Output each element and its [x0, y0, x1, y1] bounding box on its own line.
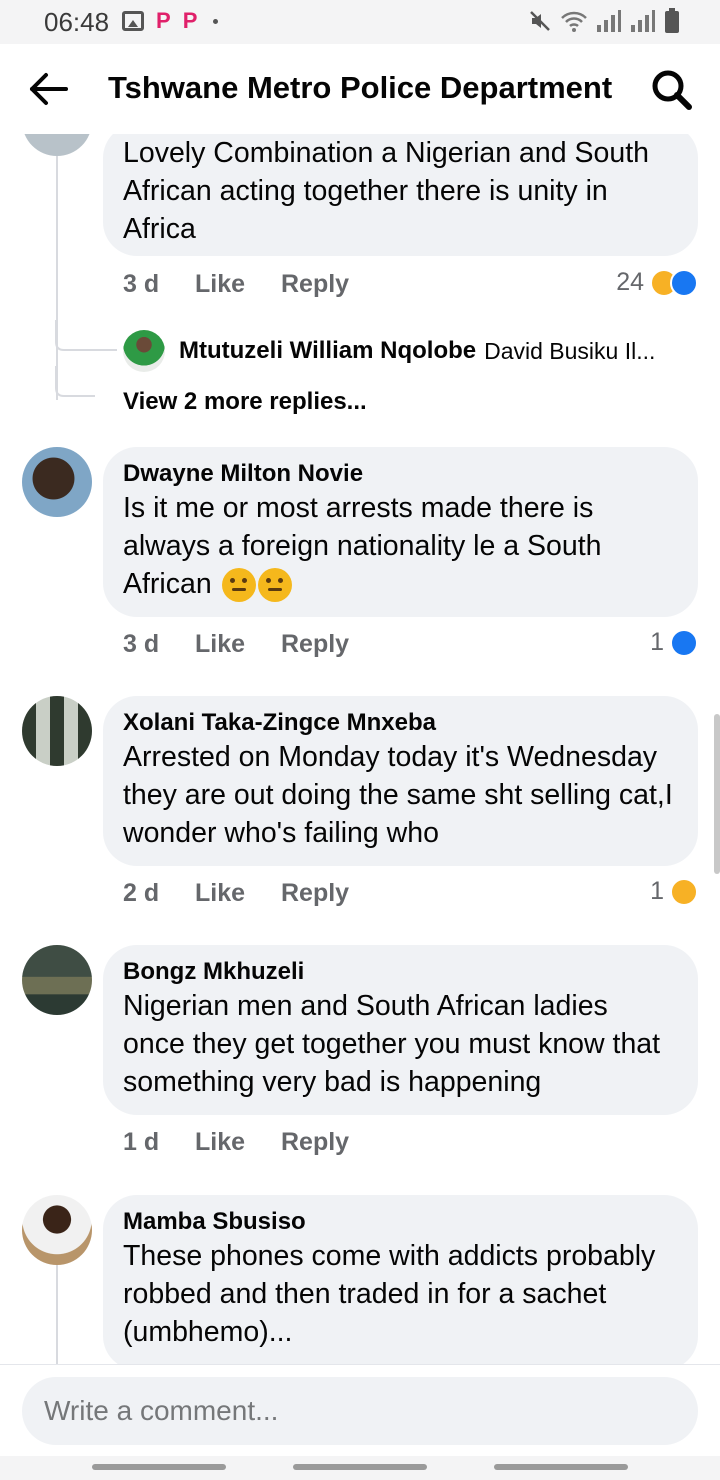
comment-time: 2 d — [123, 879, 160, 907]
signal-icon — [597, 10, 621, 32]
like-button[interactable]: Like — [195, 1128, 281, 1157]
comment-input[interactable] — [44, 1395, 698, 1427]
wifi-icon — [561, 11, 587, 32]
status-time: 06:48 — [44, 7, 110, 37]
reply-button[interactable]: Reply — [281, 270, 349, 299]
page-title: Tshwane Metro Police Department — [108, 70, 613, 105]
reply-author[interactable]: Mtutuzeli William Nqolobe — [179, 337, 476, 365]
reaction-summary[interactable]: 24 — [616, 268, 698, 297]
status-bar: 06:48 P P — [0, 0, 720, 44]
recent-apps-button[interactable] — [92, 1464, 226, 1470]
reaction-count: 1 — [650, 628, 664, 656]
reply-button[interactable]: Reply — [281, 1128, 349, 1157]
signal-icon-2 — [631, 10, 655, 32]
battery-icon — [665, 8, 679, 33]
comment-bubble[interactable]: Bongz Mkhuzeli Nigerian men and South Af… — [103, 945, 698, 1115]
reply-avatar[interactable] — [123, 330, 165, 372]
sad-reaction-icon — [670, 877, 698, 906]
thread-line — [56, 1265, 58, 1364]
comment-input-wrapper[interactable] — [22, 1377, 698, 1445]
avatar[interactable] — [22, 696, 92, 766]
reply-button[interactable]: Reply — [281, 879, 349, 908]
system-nav-bar — [0, 1456, 720, 1480]
back-nav-button[interactable] — [494, 1464, 628, 1470]
comment-text: These phones come with addicts probably … — [123, 1240, 656, 1348]
like-button[interactable]: Like — [195, 879, 281, 908]
comment-time: 3 d — [123, 630, 160, 658]
comment-text: Lovely Combination a Nigerian and South … — [123, 137, 649, 245]
comment-author[interactable]: Dwayne Milton Novie — [123, 459, 678, 489]
reaction-count: 24 — [616, 268, 644, 296]
reply-button[interactable]: Reply — [281, 630, 349, 659]
like-reaction-icon — [670, 268, 698, 297]
comment-time: 3 d — [123, 270, 160, 298]
comment-author[interactable]: Mamba Sbusiso — [123, 1207, 678, 1237]
reaction-summary[interactable]: 1 — [650, 628, 698, 657]
system-icons — [528, 8, 680, 34]
comments-list[interactable]: Lovely Combination a Nigerian and South … — [0, 134, 720, 1364]
search-icon[interactable] — [650, 68, 694, 112]
comment-bubble[interactable]: Dwayne Milton Novie Is it me or most arr… — [103, 447, 698, 617]
comment-author[interactable]: Bongz Mkhuzeli — [123, 957, 678, 987]
avatar[interactable] — [22, 447, 92, 517]
comment-author[interactable]: Xolani Taka-Zingce Mnxeba — [123, 708, 678, 738]
like-reaction-icon — [670, 628, 698, 657]
app-header: Tshwane Metro Police Department — [0, 44, 720, 134]
comment-bubble[interactable]: Mamba Sbusiso These phones come with add… — [103, 1195, 698, 1364]
view-more-replies[interactable]: View 2 more replies... — [123, 388, 367, 416]
reaction-count: 1 — [650, 877, 664, 905]
comment-actions: 1 d Like Reply — [123, 1128, 349, 1157]
avatar[interactable] — [22, 945, 92, 1015]
comment-actions: 3 d Like Reply — [123, 630, 349, 659]
comment-actions: 3 d Like Reply — [123, 270, 349, 299]
mute-icon — [530, 11, 550, 31]
thinking-emoji-icon — [221, 568, 256, 603]
more-notifications-icon — [213, 18, 219, 24]
avatar[interactable] — [22, 1195, 92, 1265]
reply-preview[interactable]: Mtutuzeli William Nqolobe David Busiku I… — [123, 330, 655, 372]
comment-time: 1 d — [123, 1128, 160, 1156]
app-p-icon: P — [156, 8, 171, 33]
avatar[interactable] — [22, 134, 92, 156]
scrollbar[interactable] — [714, 714, 720, 874]
arrow-left-icon[interactable] — [26, 66, 72, 112]
notification-icons: P P — [122, 8, 219, 34]
comment-bubble[interactable]: Xolani Taka-Zingce Mnxeba Arrested on Mo… — [103, 696, 698, 866]
thread-branch — [55, 366, 95, 397]
comment-text: Arrested on Monday today it's Wednesday … — [123, 741, 673, 849]
comment-bubble[interactable]: Lovely Combination a Nigerian and South … — [103, 134, 698, 256]
thinking-emoji-icon — [257, 568, 292, 603]
like-button[interactable]: Like — [195, 630, 281, 659]
like-button[interactable]: Like — [195, 270, 281, 299]
comment-text: Nigerian men and South African ladies on… — [123, 990, 661, 1098]
home-button[interactable] — [293, 1464, 427, 1470]
reaction-summary[interactable]: 1 — [650, 877, 698, 906]
comment-actions: 2 d Like Reply — [123, 879, 349, 908]
app-p-icon: P — [182, 8, 198, 33]
gallery-icon — [122, 11, 144, 31]
reply-text: David Busiku Il... — [484, 337, 656, 364]
comment-text: Is it me or most arrests made there is a… — [123, 489, 663, 603]
